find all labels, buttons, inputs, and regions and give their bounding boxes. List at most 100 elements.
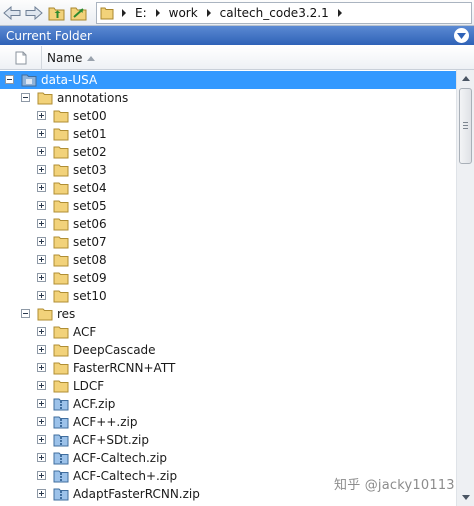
vertical-scrollbar[interactable] [456,70,474,506]
tree-row-set[interactable]: set01 [0,125,456,143]
tree-item-label: set01 [73,127,107,141]
tree-item-label: set06 [73,217,107,231]
folder-icon [37,308,53,321]
tree-item-label: ACF+SDt.zip [73,433,149,447]
expand-toggle-icon[interactable] [37,489,46,498]
tree-row-set[interactable]: set03 [0,161,456,179]
tree-item-label: set09 [73,271,107,285]
sort-ascending-icon [87,55,96,61]
panel-title: Current Folder [6,28,92,43]
column-header: Name [0,46,474,70]
folder-icon [53,344,69,357]
tree-row-set[interactable]: set09 [0,269,456,287]
expand-toggle-icon[interactable] [37,363,46,372]
chevron-right-icon[interactable] [117,2,131,24]
tree-row-set[interactable]: set06 [0,215,456,233]
package-folder-icon [21,74,37,87]
expand-toggle-icon[interactable] [37,273,46,282]
expand-toggle-icon[interactable] [37,183,46,192]
tree-row-set[interactable]: set05 [0,197,456,215]
collapse-toggle-icon[interactable] [21,93,30,102]
tree-row-set[interactable]: set08 [0,251,456,269]
expand-toggle-icon[interactable] [37,345,46,354]
tree-item-label: set10 [73,289,107,303]
file-type-column[interactable] [0,46,42,70]
folder-icon [53,272,69,285]
expand-toggle-icon[interactable] [37,327,46,336]
chevron-down-circle-icon[interactable] [454,28,469,43]
chevron-right-icon[interactable] [202,2,216,24]
folder-icon [53,380,69,393]
tree-label-annotations: annotations [57,91,129,105]
folder-icon [53,290,69,303]
expand-toggle-icon[interactable] [37,147,46,156]
breadcrumb-caltech-code[interactable]: caltech_code3.2.1 [216,2,333,24]
folder-icon [53,164,69,177]
tree-row-set[interactable]: set04 [0,179,456,197]
tree-label-res: res [57,307,76,321]
collapse-toggle-icon[interactable] [5,75,14,84]
tree-row-set[interactable]: set07 [0,233,456,251]
expand-toggle-icon[interactable] [37,471,46,480]
folder-icon [53,182,69,195]
folder-icon [53,236,69,249]
expand-toggle-icon[interactable] [37,381,46,390]
tree-item-label: set02 [73,145,107,159]
expand-toggle-icon[interactable] [37,255,46,264]
tree-item-label: ACF [73,325,97,339]
tree-item-label: ACF++.zip [73,415,138,429]
zip-archive-icon [53,416,69,429]
tree-row-root[interactable]: data-USA [0,71,456,89]
expand-toggle-icon[interactable] [37,111,46,120]
tree-row-res[interactable]: res [0,305,456,323]
tree-row-zip[interactable]: ACF+SDt.zip [0,431,456,449]
up-folder-icon[interactable] [47,3,67,23]
scrollbar-thumb[interactable] [459,88,472,164]
forward-arrow-icon[interactable] [24,3,44,23]
tree-row-set[interactable]: set10 [0,287,456,305]
tree-row-annotations[interactable]: annotations [0,89,456,107]
folder-tree: data-USA annotations set00 set01 set02 set0… [0,70,456,506]
tree-row-folder[interactable]: DeepCascade [0,341,456,359]
address-bar[interactable]: E: work caltech_code3.2.1 [96,2,472,24]
expand-toggle-icon[interactable] [37,237,46,246]
expand-toggle-icon[interactable] [37,201,46,210]
chevron-right-icon[interactable] [151,2,165,24]
expand-toggle-icon[interactable] [37,291,46,300]
expand-toggle-icon[interactable] [37,417,46,426]
tree-row-folder[interactable]: FasterRCNN+ATT [0,359,456,377]
zip-archive-icon [53,434,69,447]
expand-toggle-icon[interactable] [37,165,46,174]
browse-folder-icon[interactable] [69,3,89,23]
tree-item-label: set07 [73,235,107,249]
back-arrow-icon[interactable] [2,3,22,23]
collapse-toggle-icon[interactable] [21,309,30,318]
tree-item-label: LDCF [73,379,105,393]
breadcrumb-work[interactable]: work [165,2,202,24]
tree-item-label: set00 [73,109,107,123]
tree-item-label: FasterRCNN+ATT [73,361,176,375]
breadcrumb-drive[interactable]: E: [131,2,151,24]
tree-row-folder[interactable]: LDCF [0,377,456,395]
tree-item-label: set03 [73,163,107,177]
tree-item-label: set05 [73,199,107,213]
folder-icon [53,110,69,123]
expand-toggle-icon[interactable] [37,453,46,462]
expand-toggle-icon[interactable] [37,129,46,138]
name-column-header[interactable]: Name [47,46,96,70]
tree-row-set[interactable]: set00 [0,107,456,125]
expand-toggle-icon[interactable] [37,219,46,228]
tree-row-zip[interactable]: ACF-Caltech.zip [0,449,456,467]
zip-archive-icon [53,452,69,465]
scroll-down-arrow-icon[interactable] [457,489,474,506]
folder-icon [53,200,69,213]
tree-item-label: DeepCascade [73,343,156,357]
tree-row-set[interactable]: set02 [0,143,456,161]
expand-toggle-icon[interactable] [37,435,46,444]
tree-row-folder[interactable]: ACF [0,323,456,341]
scroll-up-arrow-icon[interactable] [457,70,474,87]
tree-row-zip[interactable]: ACF++.zip [0,413,456,431]
tree-row-zip[interactable]: ACF.zip [0,395,456,413]
expand-toggle-icon[interactable] [37,399,46,408]
chevron-right-icon[interactable] [333,2,347,24]
